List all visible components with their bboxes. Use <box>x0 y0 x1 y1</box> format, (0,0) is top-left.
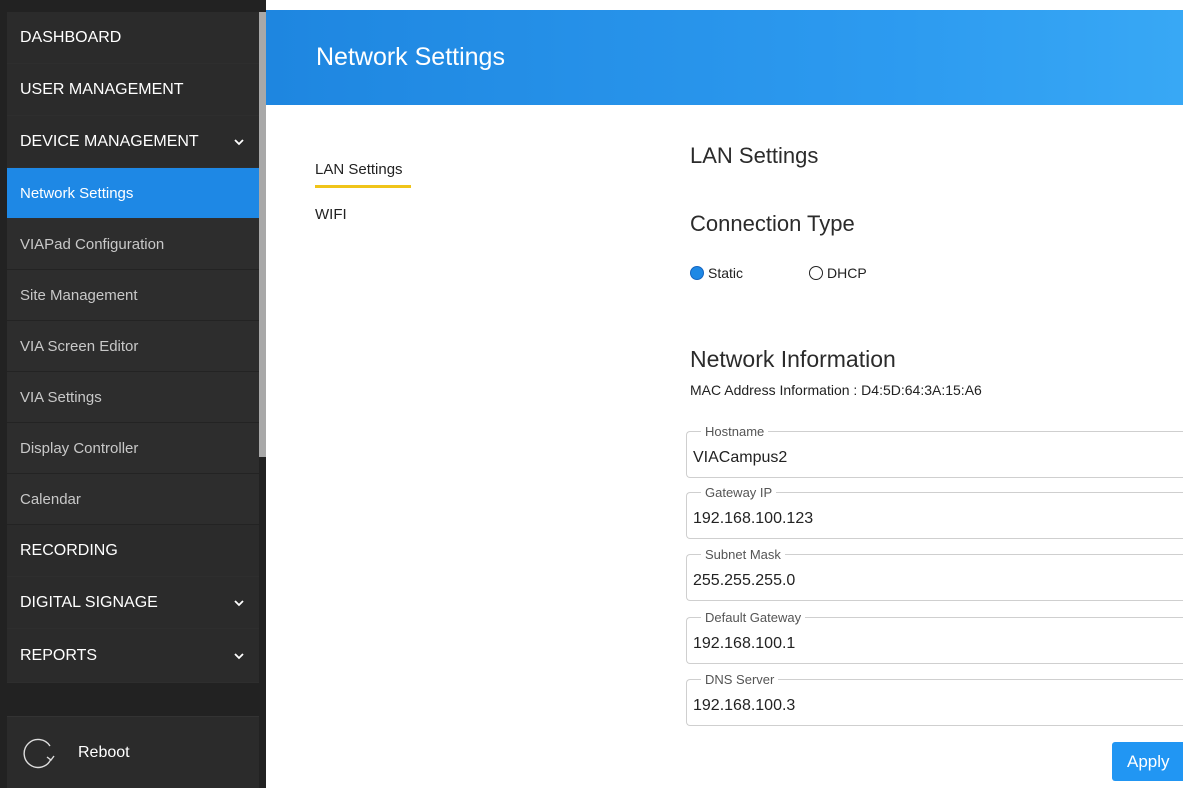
gateway-ip-field: Gateway IP <box>686 485 1183 539</box>
radio-dhcp[interactable]: DHCP <box>809 265 867 281</box>
default-gateway-input[interactable] <box>693 633 1173 655</box>
dns-server-field: DNS Server <box>686 672 1183 726</box>
field-label: Gateway IP <box>701 485 777 500</box>
radio-label: DHCP <box>827 265 867 281</box>
sidebar-item-recording[interactable]: RECORDING <box>7 525 259 577</box>
page-header: Network Settings <box>266 10 1183 105</box>
sidebar-item-label: VIA Screen Editor <box>20 337 139 355</box>
sidebar-item-calendar[interactable]: Calendar <box>7 474 259 525</box>
tab-lan-settings[interactable]: LAN Settings <box>315 161 403 178</box>
subnet-mask-field: Subnet Mask <box>686 547 1183 601</box>
radio-unselected-icon <box>809 266 823 280</box>
tab-wifi[interactable]: WIFI <box>315 206 347 223</box>
lan-settings-heading: LAN Settings <box>690 143 819 168</box>
sidebar-item-label: Network Settings <box>20 184 134 202</box>
sidebar-item-device-management[interactable]: DEVICE MANAGEMENT <box>7 116 259 168</box>
chevron-down-icon <box>234 652 244 659</box>
hostname-field: Hostname <box>686 424 1183 478</box>
chevron-down-icon <box>234 599 244 606</box>
reboot-label: Reboot <box>78 743 130 761</box>
sidebar-item-via-settings[interactable]: VIA Settings <box>7 372 259 423</box>
sidebar-item-label: Display Controller <box>20 439 139 457</box>
default-gateway-field: Default Gateway <box>686 610 1183 664</box>
sidebar-item-label: DASHBOARD <box>20 28 122 46</box>
sidebar-item-user-management[interactable]: USER MANAGEMENT <box>7 64 259 116</box>
sidebar-item-label: Calendar <box>20 490 81 508</box>
sidebar-item-digital-signage[interactable]: DIGITAL SIGNAGE <box>7 577 259 629</box>
field-label: DNS Server <box>701 672 779 687</box>
field-label: Default Gateway <box>701 610 806 625</box>
dns-server-input[interactable] <box>693 695 1173 717</box>
hostname-input[interactable] <box>693 447 1173 469</box>
refresh-icon <box>23 738 55 768</box>
connection-type-heading: Connection Type <box>690 211 855 236</box>
sidebar-item-label: REPORTS <box>20 646 98 664</box>
sidebar-item-reports[interactable]: REPORTS <box>7 629 259 683</box>
sidebar-item-viapad-configuration[interactable]: VIAPad Configuration <box>7 219 259 270</box>
sidebar-item-label: VIAPad Configuration <box>20 235 165 253</box>
sidebar-item-network-settings[interactable]: Network Settings <box>7 168 259 219</box>
sidebar-item-label: Site Management <box>20 286 138 304</box>
radio-label: Static <box>708 265 744 281</box>
mac-address-info: MAC Address Information : D4:5D:64:3A:15… <box>690 382 982 398</box>
radio-selected-icon <box>690 266 704 280</box>
sidebar-item-site-management[interactable]: Site Management <box>7 270 259 321</box>
field-label: Hostname <box>701 424 769 439</box>
field-label: Subnet Mask <box>701 547 785 562</box>
sidebar-item-label: USER MANAGEMENT <box>20 80 184 98</box>
active-tab-indicator <box>315 185 411 188</box>
gateway-ip-input[interactable] <box>693 508 1173 530</box>
sidebar-item-display-controller[interactable]: Display Controller <box>7 423 259 474</box>
sidebar-item-label: VIA Settings <box>20 388 102 406</box>
page-title: Network Settings <box>316 43 505 71</box>
sidebar-item-label: RECORDING <box>20 541 118 559</box>
radio-static[interactable]: Static <box>690 265 743 281</box>
reboot-button[interactable]: Reboot <box>7 716 259 788</box>
chevron-down-icon <box>234 138 244 145</box>
sidebar-item-label: DIGITAL SIGNAGE <box>20 593 158 611</box>
sidebar-scrollbar[interactable] <box>259 12 266 457</box>
sidebar-item-via-screen-editor[interactable]: VIA Screen Editor <box>7 321 259 372</box>
sidebar-item-label: DEVICE MANAGEMENT <box>20 132 199 150</box>
apply-button[interactable]: Apply <box>1112 742 1183 781</box>
sidebar: DASHBOARD USER MANAGEMENT DEVICE MANAGEM… <box>0 0 266 788</box>
sidebar-item-dashboard[interactable]: DASHBOARD <box>7 12 259 64</box>
network-information-heading: Network Information <box>690 346 896 372</box>
subnet-mask-input[interactable] <box>693 570 1173 592</box>
